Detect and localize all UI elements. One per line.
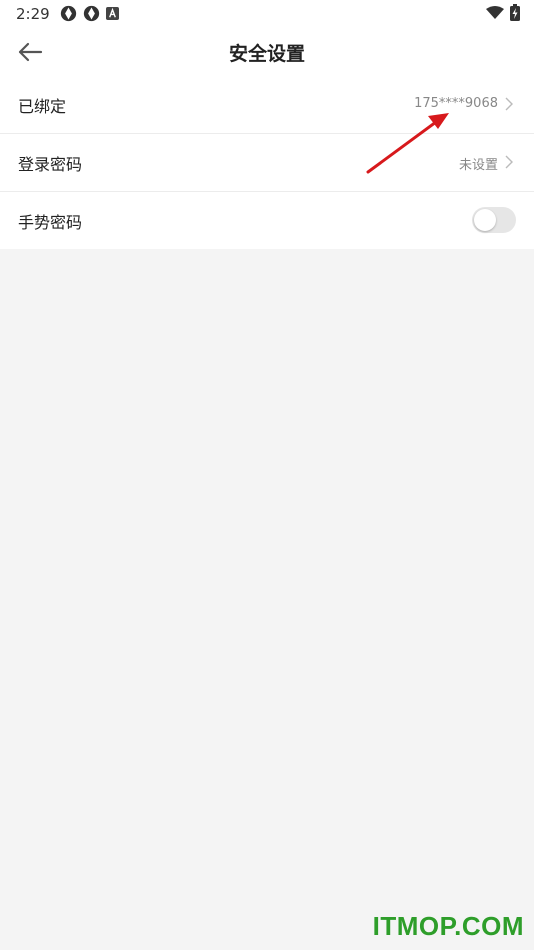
settings-list: 已绑定 175****9068 登录密码 未设置 手势密码 <box>0 76 534 249</box>
status-system-icons <box>486 4 520 21</box>
a-square-icon <box>106 7 119 20</box>
status-bar: 2:29 <box>0 0 534 28</box>
wifi-icon <box>486 5 504 19</box>
aperture-icon <box>83 5 100 22</box>
bound-phone-value: 175****9068 <box>414 96 498 111</box>
settings-row-gesture-password: 手势密码 <box>0 192 534 249</box>
toggle-knob <box>474 209 496 231</box>
battery-charging-icon <box>510 4 520 21</box>
app-bar: 安全设置 <box>0 28 534 76</box>
page-title: 安全设置 <box>228 43 305 65</box>
chevron-right-icon <box>505 97 513 111</box>
bound-label: 已绑定 <box>18 97 67 116</box>
status-notification-icons <box>60 5 119 22</box>
aperture-icon <box>60 5 77 22</box>
login-password-status: 未设置 <box>458 158 498 173</box>
gesture-password-toggle[interactable] <box>472 207 516 233</box>
login-password-label: 登录密码 <box>18 155 83 174</box>
status-time: 2:29 <box>16 5 50 23</box>
gesture-password-label: 手势密码 <box>18 213 83 232</box>
settings-row-login-password[interactable]: 登录密码 未设置 <box>0 134 534 192</box>
settings-row-bound-phone[interactable]: 已绑定 175****9068 <box>0 76 534 134</box>
chevron-right-icon <box>505 155 513 169</box>
watermark-logo: ITMOP.COM <box>372 911 524 941</box>
